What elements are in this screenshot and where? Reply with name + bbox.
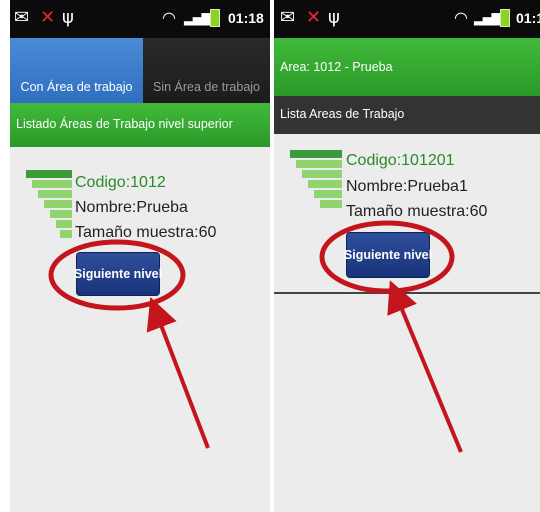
annotation-overlay [48, 220, 463, 453]
annotation-arrow-right [387, 280, 463, 453]
highlight-ellipse-left [48, 239, 186, 311]
highlight-ellipse-right [319, 220, 455, 294]
annotation-arrow-left [146, 297, 210, 449]
